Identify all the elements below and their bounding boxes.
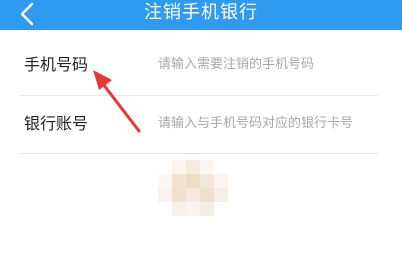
phone-number-row: 手机号码 [0,36,402,96]
mosaic-pixelated-region [158,160,242,220]
bank-account-label: 银行账号 [24,114,89,133]
row-divider [20,153,378,154]
bank-account-input[interactable] [158,113,388,135]
bank-account-row: 银行账号 [0,95,402,155]
phone-number-input[interactable] [158,54,388,76]
phone-number-label: 手机号码 [24,55,89,74]
cancel-mobile-banking-screen: 注销手机银行 手机号码 银行账号 [0,0,402,260]
app-header: 注销手机银行 [0,0,402,30]
page-title: 注销手机银行 [144,2,258,23]
